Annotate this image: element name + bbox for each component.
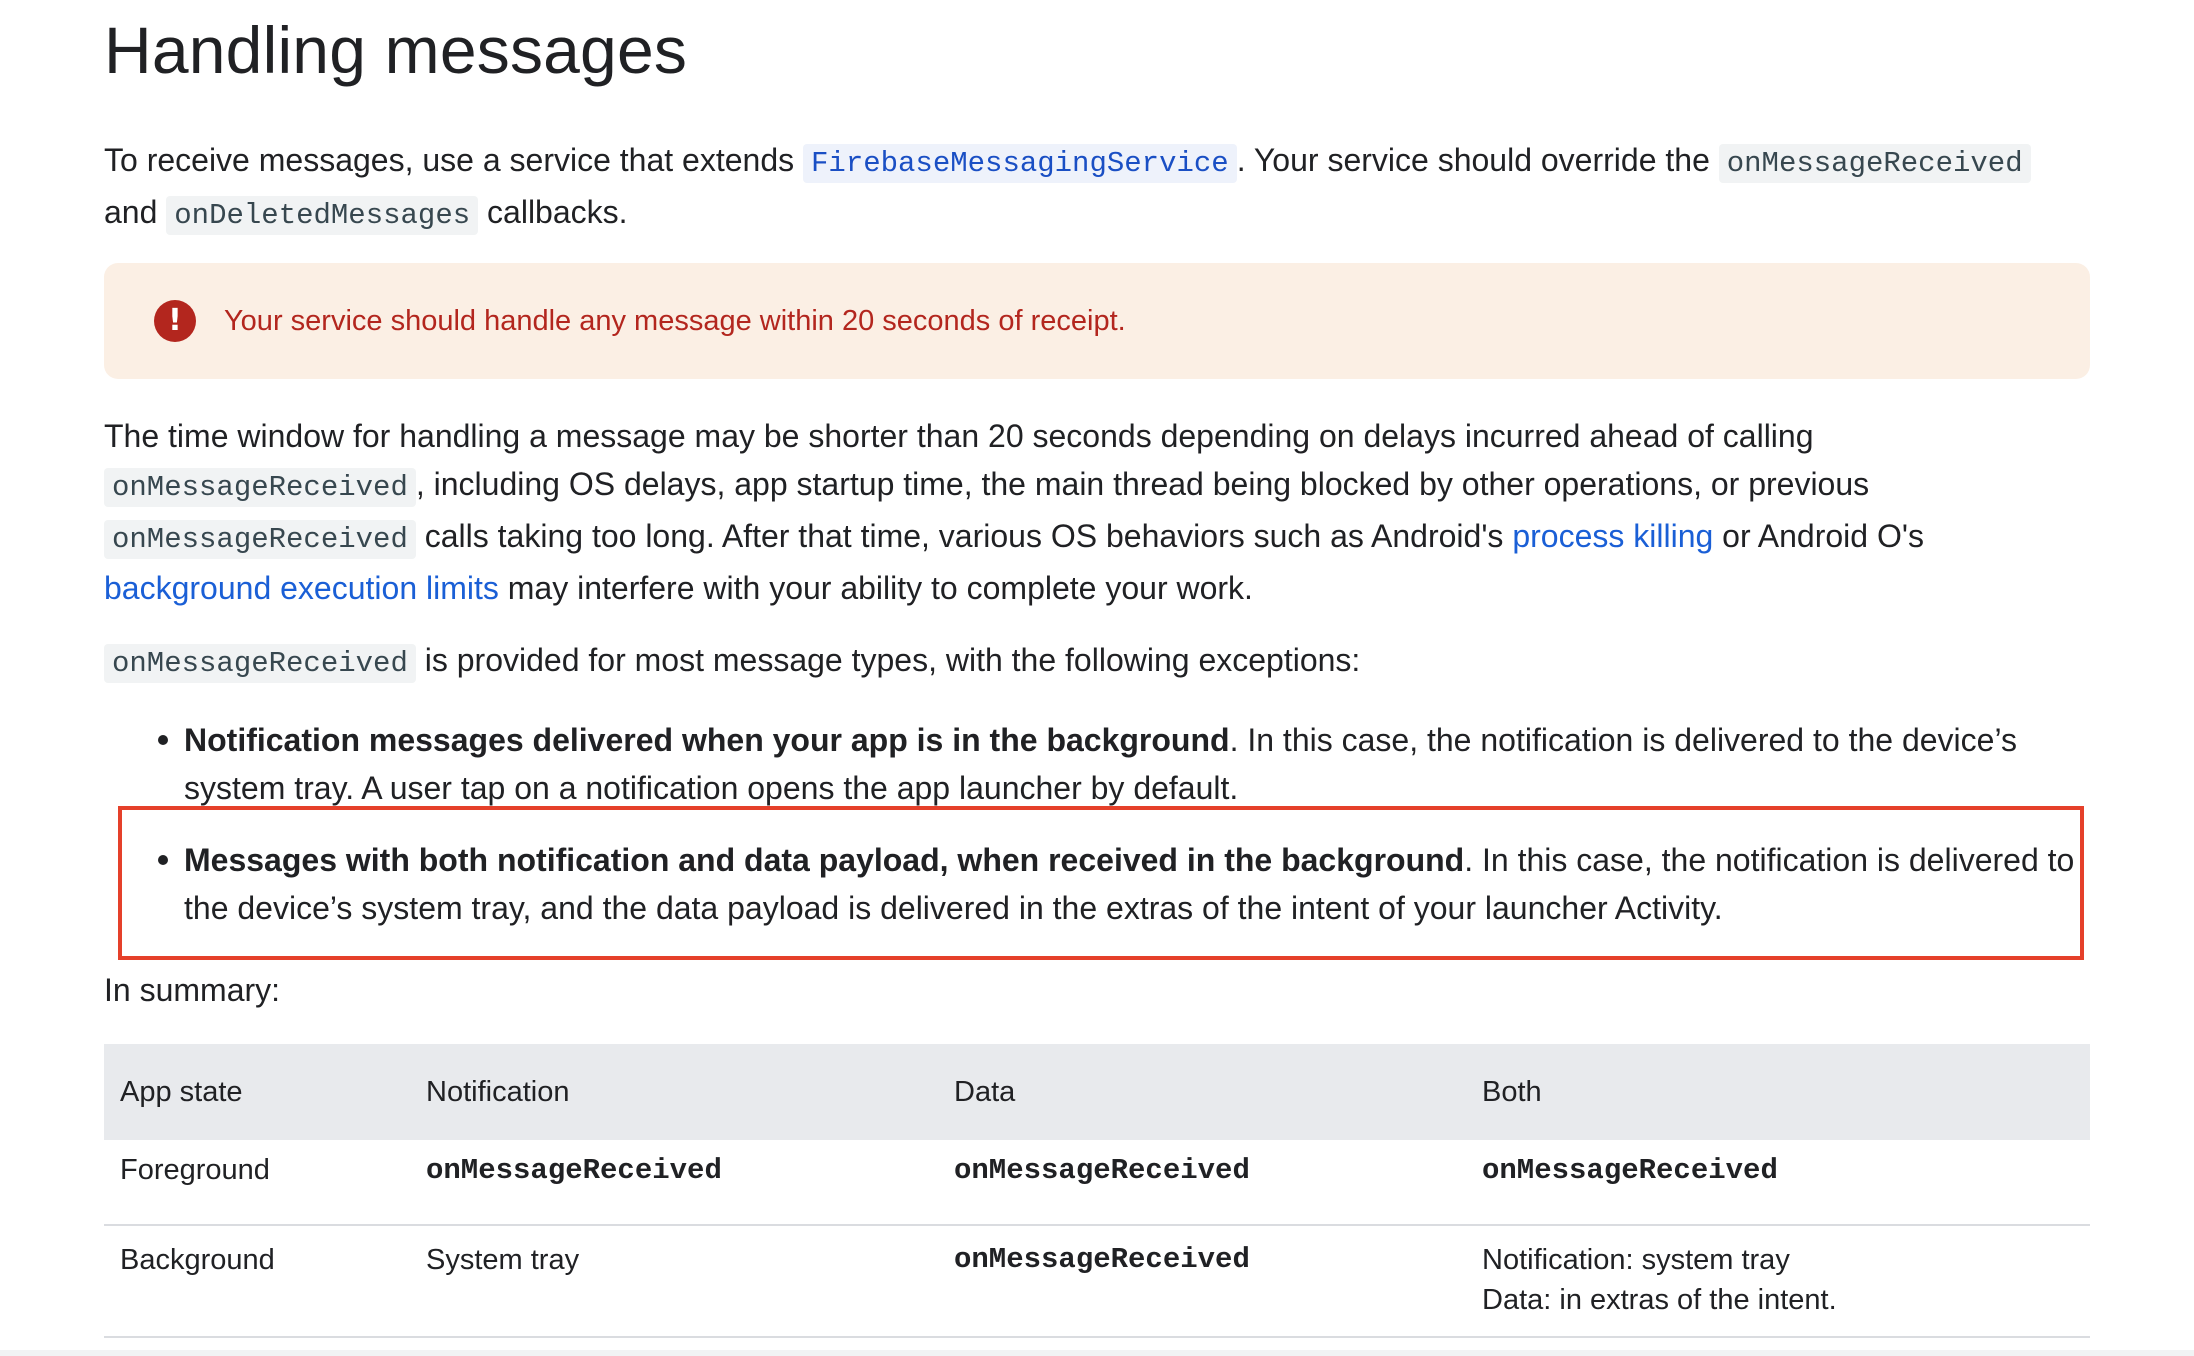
- table-cell: System tray: [410, 1225, 938, 1338]
- table-header-cell: Both: [1482, 1075, 1542, 1108]
- table-row: Background System tray onMessageReceived…: [104, 1225, 2090, 1338]
- paragraph-text: or Android O's: [1713, 518, 1924, 554]
- caution-callout: ! Your service should handle any message…: [104, 263, 2090, 379]
- table-header-cell: Data: [954, 1075, 1016, 1108]
- paragraph-text: may interfere with your ability to compl…: [498, 570, 1253, 606]
- intro-text: To receive messages, use a service that …: [104, 142, 804, 178]
- intro-text: and: [104, 194, 167, 230]
- both-line: Notification: system tray: [1482, 1244, 1790, 1276]
- paragraph-text: calls taking too long. After that time, …: [415, 518, 1513, 554]
- time-window-paragraph: The time window for handling a message m…: [104, 412, 2090, 612]
- paragraph-text: is provided for most message types, with…: [415, 642, 1361, 678]
- intro-text: . Your service should override the: [1236, 142, 1719, 178]
- firebase-messaging-service-link[interactable]: FirebaseMessagingService: [803, 144, 1237, 183]
- table-cell: Background: [104, 1225, 410, 1338]
- provided-paragraph: onMessageReceived is provided for most m…: [104, 636, 2090, 688]
- callout-text: Your service should handle any message w…: [224, 305, 1126, 337]
- list-item: Notification messages delivered when you…: [158, 716, 2084, 812]
- paragraph-text: The time window for handling a message m…: [104, 418, 1814, 454]
- code-onmessagereceived: onMessageReceived: [104, 468, 416, 507]
- table-cell: onMessageReceived: [1466, 1140, 2090, 1226]
- table-header-cell: Notification: [426, 1075, 570, 1108]
- table-header-row: App state Notification Data Both: [104, 1044, 2090, 1140]
- list-item-bold: Notification messages delivered when you…: [184, 722, 1230, 758]
- code-onmessagereceived: onMessageReceived: [104, 520, 416, 559]
- code-onmessagereceived: onMessageReceived: [104, 644, 416, 683]
- intro-paragraph: To receive messages, use a service that …: [104, 136, 2090, 240]
- summary-table: App state Notification Data Both Foregro…: [104, 1044, 2090, 1338]
- table-row: Foreground onMessageReceived onMessageRe…: [104, 1140, 2090, 1226]
- background-execution-limits-link[interactable]: background execution limits: [104, 570, 499, 606]
- table-cell: onMessageReceived: [938, 1225, 1466, 1338]
- table-cell: onMessageReceived: [938, 1140, 1466, 1226]
- page-title: Handling messages: [104, 13, 688, 87]
- code-onmessagereceived: onMessageReceived: [1718, 144, 2031, 183]
- summary-label: In summary:: [104, 972, 281, 1008]
- highlight-annotation-box: [118, 806, 2084, 960]
- intro-text: callbacks.: [478, 194, 628, 230]
- process-killing-link[interactable]: process killing: [1512, 518, 1713, 554]
- error-icon: !: [154, 300, 196, 342]
- both-line: Data: in extras of the intent.: [1482, 1284, 1837, 1316]
- table-header-cell: App state: [120, 1075, 243, 1108]
- table-cell: onMessageReceived: [410, 1140, 938, 1226]
- code-ondeletedmessages: onDeletedMessages: [166, 196, 479, 235]
- table-cell: Notification: system tray Data: in extras…: [1466, 1225, 2090, 1338]
- paragraph-text: , including OS delays, app startup time,…: [415, 466, 1870, 502]
- page-bottom-edge: [0, 1350, 2194, 1356]
- table-cell: Foreground: [104, 1140, 410, 1226]
